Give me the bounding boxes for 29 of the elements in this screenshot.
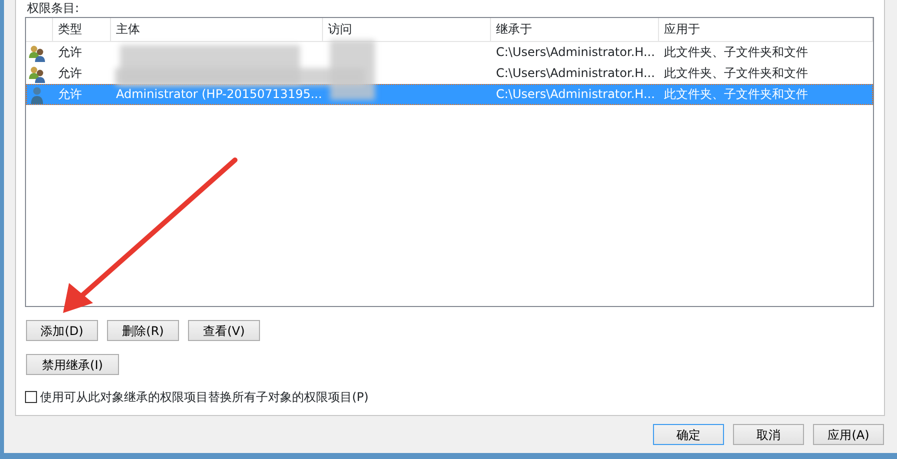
table-cell: 此文件夹、子文件夹和文件 [664, 45, 808, 59]
button[interactable]: 应用(A) [813, 424, 884, 445]
button[interactable]: 确定 [653, 424, 724, 445]
users-icon [28, 44, 46, 62]
section-label: 权限条目: [27, 1, 80, 15]
button[interactable]: 删除(R) [107, 320, 179, 341]
table-cell: 允许 [58, 87, 82, 101]
table-cell: C:\Users\Administrator.H... [496, 45, 655, 59]
table-cell: C:\Users\Administrator.H... [496, 87, 655, 101]
checkbox[interactable] [25, 391, 37, 403]
column-header[interactable]: 类型 [53, 18, 111, 41]
column-header[interactable]: 继承于 [491, 18, 659, 41]
checkbox-label[interactable]: 使用可从此对象继承的权限项目替换所有子对象的权限项目(P) [40, 388, 369, 406]
column-header[interactable]: 应用于 [659, 18, 873, 41]
table-cell: 允许 [58, 45, 82, 59]
users-icon [28, 64, 46, 82]
table-cell: C:\Users\Administrator.H... [496, 66, 655, 80]
button[interactable]: 禁用继承(I) [26, 354, 119, 375]
table-cell: Administrator (HP-20150713195... [116, 87, 322, 101]
table-row[interactable]: 允许 C:\Users\Administrator.H... 此文件夹、子文件夹和文件 [26, 42, 873, 63]
user-icon [28, 86, 46, 104]
button[interactable]: 取消 [733, 424, 804, 445]
table-row[interactable]: 允许 C:\Users\Administrator.H... 此文件夹、子文件夹和文件 [26, 63, 873, 84]
table-cell: 此文件夹、子文件夹和文件 [664, 87, 808, 101]
column-header[interactable]: 主体 [111, 18, 323, 41]
table-cell: 此文件夹、子文件夹和文件 [664, 66, 808, 80]
button[interactable]: 查看(V) [188, 320, 260, 341]
table-cell: 允许 [58, 66, 82, 80]
button[interactable]: 添加(D) [26, 320, 98, 341]
